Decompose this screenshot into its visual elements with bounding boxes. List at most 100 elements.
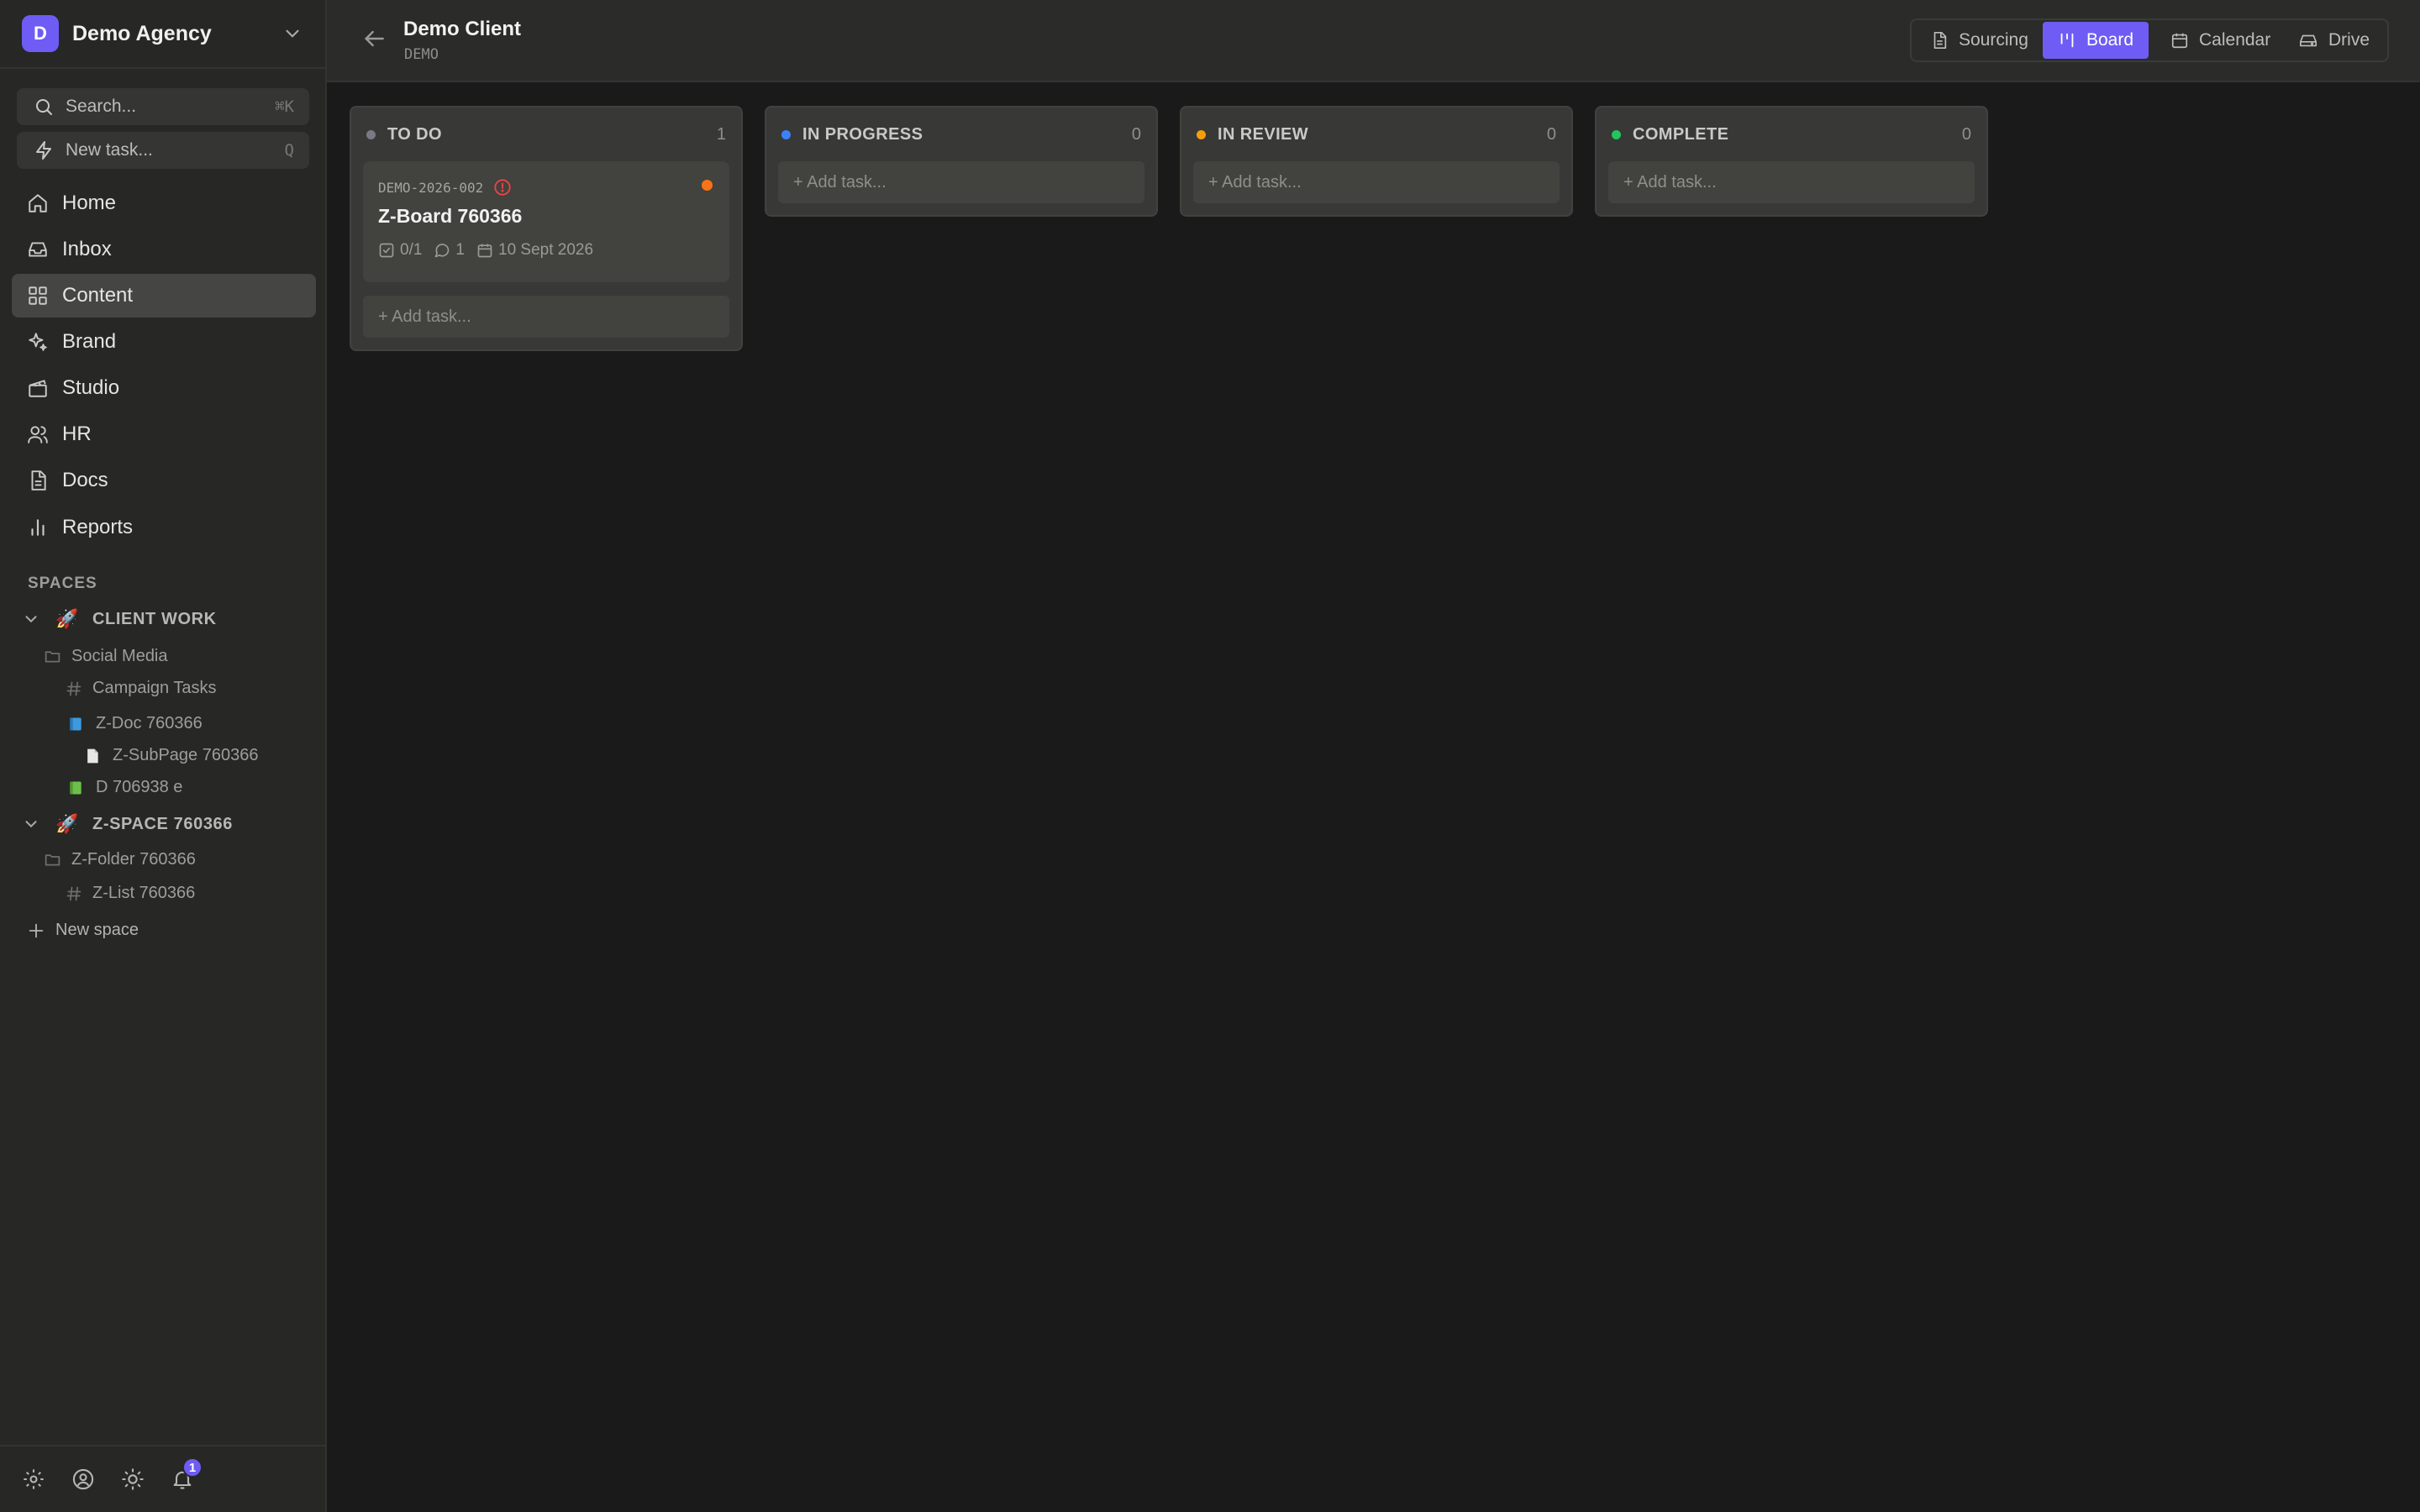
column-header: TO DO 1 <box>351 108 741 161</box>
doc-name: D 706938 e <box>96 778 183 796</box>
doc-name: Z-Doc 760366 <box>96 714 203 732</box>
nav-label: Docs <box>62 469 108 491</box>
folder-name: Z-Folder 760366 <box>71 850 196 869</box>
list-z-list[interactable]: Z-List 760366 <box>66 884 195 903</box>
nav-hr[interactable]: HR <box>12 412 316 456</box>
workspace-switcher[interactable]: D Demo Agency <box>0 0 325 69</box>
calendar-icon <box>2170 31 2189 50</box>
nav-studio[interactable]: Studio <box>12 366 316 410</box>
calendar-icon <box>476 242 493 259</box>
tab-calendar[interactable]: Calendar <box>2155 22 2286 59</box>
column-header: IN REVIEW 0 <box>1181 108 1571 161</box>
add-task-button[interactable]: + Add task... <box>363 296 729 338</box>
checklist-value: 0/1 <box>400 241 423 259</box>
search-shortcut: ⌘K <box>275 97 294 116</box>
nav-content[interactable]: Content <box>12 274 316 318</box>
folder-name: Social Media <box>71 647 168 665</box>
checkbox-icon <box>378 242 395 259</box>
gear-icon[interactable] <box>22 1467 45 1491</box>
nav-reports[interactable]: Reports <box>12 506 316 549</box>
green-book-icon <box>67 780 84 796</box>
nav-label: HR <box>62 423 92 445</box>
column-todo: TO DO 1 DEMO-2026-002 Z-Board 760366 0/1… <box>350 106 743 351</box>
client-code: DEMO <box>404 46 439 63</box>
page-z-subpage[interactable]: Z-SubPage 760366 <box>84 746 258 765</box>
spaces-heading: SPACES <box>28 575 97 592</box>
nav-home[interactable]: Home <box>12 181 316 225</box>
folder-social-media[interactable]: Social Media <box>44 647 168 666</box>
workspace-avatar: D <box>22 15 59 52</box>
chevron-down-icon[interactable] <box>22 815 40 833</box>
column-header: COMPLETE 0 <box>1597 108 1986 161</box>
task-card[interactable]: DEMO-2026-002 Z-Board 760366 0/1 1 10 Se… <box>363 161 729 282</box>
tab-label: Sourcing <box>1959 30 2028 50</box>
folder-z-folder[interactable]: Z-Folder 760366 <box>44 850 196 869</box>
lightning-icon <box>34 140 54 160</box>
home-icon <box>27 192 49 214</box>
space-client-work[interactable]: 🚀 CLIENT WORK <box>22 608 217 630</box>
notification-badge: 1 <box>182 1457 203 1478</box>
column-in-progress: IN PROGRESS 0 + Add task... <box>765 106 1158 217</box>
comment-icon <box>434 242 450 259</box>
grid-icon <box>27 285 49 307</box>
clapperboard-icon <box>27 377 49 399</box>
document-icon <box>1930 31 1949 50</box>
inbox-icon <box>27 239 49 260</box>
add-task-button[interactable]: + Add task... <box>1608 161 1975 203</box>
nav-inbox[interactable]: Inbox <box>12 228 316 271</box>
folder-icon <box>44 851 61 869</box>
board-icon <box>2058 31 2076 50</box>
new-space-button[interactable]: New space <box>27 921 139 940</box>
search-icon <box>34 97 54 117</box>
alert-icon <box>493 178 512 197</box>
chevron-down-icon <box>281 23 303 45</box>
space-z-space[interactable]: 🚀 Z-SPACE 760366 <box>22 813 233 835</box>
task-title: Z-Board 760366 <box>378 205 523 227</box>
bell-icon[interactable]: 1 <box>171 1457 203 1491</box>
nav-brand[interactable]: Brand <box>12 320 316 364</box>
add-task-button[interactable]: + Add task... <box>778 161 1144 203</box>
column-in-review: IN REVIEW 0 + Add task... <box>1180 106 1573 217</box>
tab-board[interactable]: Board <box>2043 22 2149 59</box>
nav-label: Inbox <box>62 238 112 260</box>
checklist-progress: 0/1 <box>378 241 422 260</box>
column-count: 0 <box>1546 124 1556 144</box>
search-input[interactable]: Search... ⌘K <box>17 88 309 125</box>
page-title: Demo Client <box>403 18 522 40</box>
sidebar: D Demo Agency Search... ⌘K New task... Q… <box>0 0 327 1512</box>
add-task-button[interactable]: + Add task... <box>1193 161 1560 203</box>
nav-docs[interactable]: Docs <box>12 459 316 502</box>
tab-drive[interactable]: Drive <box>2283 22 2385 59</box>
nav-label: Brand <box>62 330 117 353</box>
task-meta: 0/1 1 10 Sept 2026 <box>378 241 714 260</box>
status-dot <box>781 129 791 139</box>
new-space-label: New space <box>55 921 139 939</box>
status-dot <box>1612 129 1621 139</box>
tab-sourcing[interactable]: Sourcing <box>1915 22 2044 59</box>
back-arrow-icon[interactable] <box>360 25 387 52</box>
column-complete: COMPLETE 0 + Add task... <box>1595 106 1988 217</box>
users-icon <box>27 423 49 445</box>
folder-icon <box>44 648 61 665</box>
column-count: 0 <box>1131 124 1141 144</box>
list-campaign-tasks[interactable]: Campaign Tasks <box>66 679 216 698</box>
chevron-down-icon[interactable] <box>22 610 40 628</box>
list-name: Campaign Tasks <box>92 679 217 697</box>
plus-icon <box>27 921 45 940</box>
profile-icon[interactable] <box>71 1467 95 1491</box>
page-name: Z-SubPage 760366 <box>113 746 259 764</box>
column-count: 1 <box>716 124 726 144</box>
status-dot <box>1197 129 1206 139</box>
comment-count: 1 <box>434 241 465 260</box>
drive-icon <box>2298 31 2318 50</box>
doc-d-706938[interactable]: D 706938 e <box>67 778 182 797</box>
space-name: Z-SPACE 760366 <box>92 814 233 833</box>
sun-icon[interactable] <box>121 1467 145 1491</box>
column-title: COMPLETE <box>1633 124 1729 144</box>
hash-icon <box>66 680 82 697</box>
doc-z-doc[interactable]: Z-Doc 760366 <box>67 714 203 733</box>
space-name: CLIENT WORK <box>92 609 217 628</box>
nav-label: Content <box>62 284 134 307</box>
new-task-button[interactable]: New task... Q <box>17 132 309 169</box>
bar-chart-icon <box>27 517 49 538</box>
